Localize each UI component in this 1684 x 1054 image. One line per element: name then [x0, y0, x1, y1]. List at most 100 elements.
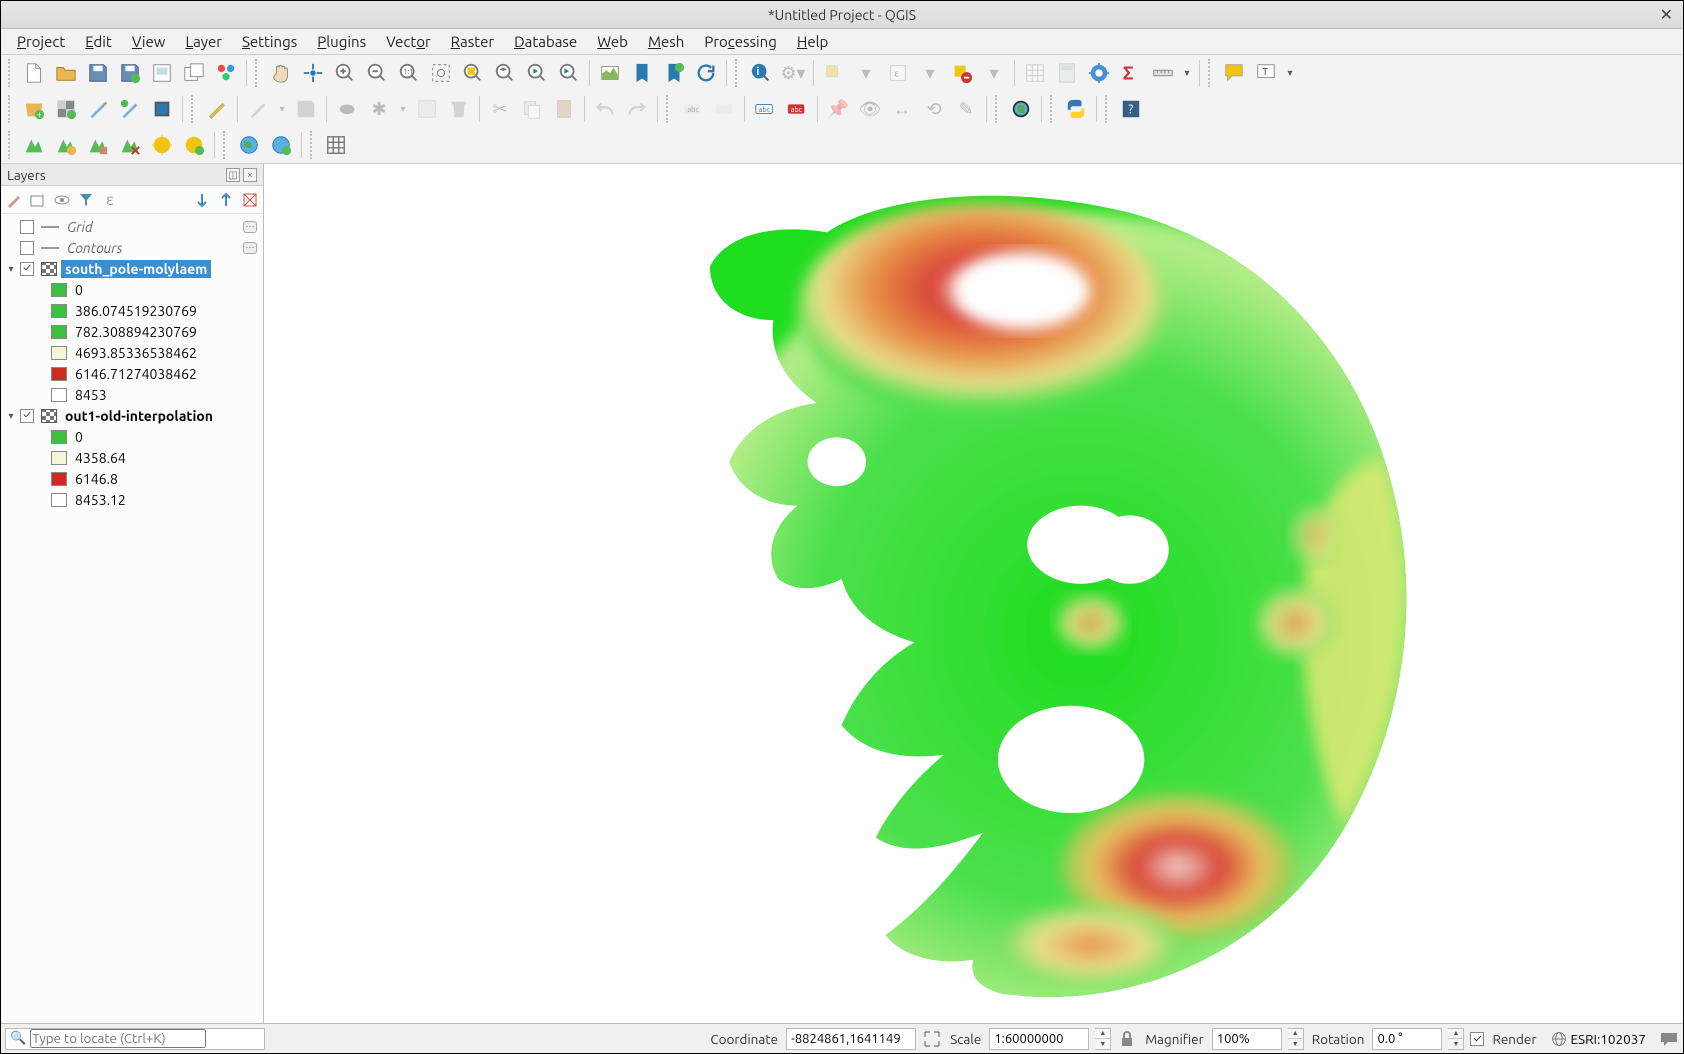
- modify-attributes-button[interactable]: [412, 94, 442, 124]
- deselect-all-button[interactable]: [947, 58, 977, 88]
- toolbar-grip[interactable]: [735, 59, 741, 87]
- undo-button[interactable]: [590, 94, 620, 124]
- raster-tool-4[interactable]: [115, 130, 145, 160]
- pan-button[interactable]: [266, 58, 296, 88]
- layer-indicator-icon[interactable]: ⋯: [243, 221, 257, 233]
- save-as-button[interactable]: [115, 58, 145, 88]
- layer-checkbox[interactable]: [20, 262, 34, 276]
- save-project-button[interactable]: [83, 58, 113, 88]
- magnifier-input[interactable]: [1217, 1032, 1277, 1046]
- menu-layer[interactable]: Layer: [175, 31, 232, 52]
- print-layout-button[interactable]: [147, 58, 177, 88]
- open-attribute-table-button[interactable]: [1020, 58, 1050, 88]
- rotation-field[interactable]: [1372, 1028, 1442, 1050]
- toggle-editing-button[interactable]: [202, 94, 232, 124]
- menu-plugins[interactable]: Plugins: [307, 31, 376, 52]
- show-bookmarks-button[interactable]: [659, 58, 689, 88]
- identify-button[interactable]: i: [746, 58, 776, 88]
- processing-toolbox-button[interactable]: [1084, 58, 1114, 88]
- magnifier-field[interactable]: [1212, 1028, 1282, 1050]
- label-toggle-button[interactable]: abc: [750, 94, 780, 124]
- menu-mesh[interactable]: Mesh: [638, 31, 694, 52]
- layer-style-icon[interactable]: [5, 191, 23, 209]
- layer-expand-icon[interactable]: [193, 191, 211, 209]
- toolbar-grip[interactable]: [1105, 95, 1111, 123]
- map-tips-button[interactable]: [1219, 58, 1249, 88]
- layer-add-group-icon[interactable]: +: [29, 191, 47, 209]
- raster-tool-3[interactable]: [83, 130, 113, 160]
- scale-spin[interactable]: ▲▼: [1095, 1028, 1111, 1050]
- layers-tree[interactable]: Grid ⋯ Contours ⋯ ▾ south_pole-molylaem …: [1, 214, 263, 1023]
- refresh-button[interactable]: [691, 58, 721, 88]
- crs-button[interactable]: ESRI:102037: [1544, 1028, 1653, 1050]
- layer-checkbox[interactable]: [20, 220, 34, 234]
- style-manager-button[interactable]: [211, 58, 241, 88]
- zoom-next-button[interactable]: [554, 58, 584, 88]
- paste-button[interactable]: [549, 94, 579, 124]
- raster-tool-6[interactable]: [179, 130, 209, 160]
- edits-dropdown[interactable]: ▾: [275, 94, 289, 124]
- layer-expression-icon[interactable]: ε: [101, 191, 119, 209]
- vertex-tool-button[interactable]: ✱: [364, 94, 394, 124]
- add-vector-layer-button[interactable]: +: [19, 94, 49, 124]
- menu-database[interactable]: Database: [504, 31, 587, 52]
- help-button[interactable]: ?: [1116, 94, 1146, 124]
- zoom-out-button[interactable]: [362, 58, 392, 88]
- add-raster-layer-button[interactable]: [51, 94, 81, 124]
- magnifier-spin[interactable]: ▲▼: [1288, 1028, 1304, 1050]
- save-edits-button[interactable]: [291, 94, 321, 124]
- label-highlight-button[interactable]: abc: [782, 94, 812, 124]
- toolbar-grip[interactable]: [1050, 95, 1056, 123]
- new-map-view-button[interactable]: [595, 58, 625, 88]
- toolbar-grip[interactable]: [310, 131, 316, 159]
- label-tool-1[interactable]: abc: [677, 94, 707, 124]
- menu-settings[interactable]: Settings: [232, 31, 307, 52]
- locator-input[interactable]: 🔍: [5, 1028, 265, 1050]
- select-dropdown-2[interactable]: ▾: [915, 58, 945, 88]
- coordinate-input[interactable]: [791, 1032, 911, 1046]
- label-change-button[interactable]: ✎: [951, 94, 981, 124]
- menu-web[interactable]: Web: [587, 31, 638, 52]
- label-hide-button[interactable]: 👁: [855, 94, 885, 124]
- panel-close-button[interactable]: ×: [243, 168, 257, 182]
- label-tool-2[interactable]: [709, 94, 739, 124]
- measure-dropdown[interactable]: ▾: [1180, 58, 1194, 88]
- new-vector-layer-button[interactable]: [83, 94, 113, 124]
- globe-tool-2[interactable]: [266, 130, 296, 160]
- raster-tool-5[interactable]: [147, 130, 177, 160]
- new-project-button[interactable]: [19, 58, 49, 88]
- open-project-button[interactable]: [51, 58, 81, 88]
- deselect-dropdown[interactable]: ▾: [979, 58, 1009, 88]
- toolbar-grip[interactable]: [191, 95, 197, 123]
- globe-tool-1[interactable]: [234, 130, 264, 160]
- menu-processing[interactable]: Processing: [694, 31, 787, 52]
- zoom-full-button[interactable]: [426, 58, 456, 88]
- field-calculator-button[interactable]: [1052, 58, 1082, 88]
- add-feature-button[interactable]: ⬬: [332, 94, 362, 124]
- layer-checkbox[interactable]: [20, 241, 34, 255]
- zoom-native-button[interactable]: 1:1: [394, 58, 424, 88]
- cut-button[interactable]: ✂: [485, 94, 515, 124]
- label-rotate-button[interactable]: ⟲: [919, 94, 949, 124]
- select-dropdown[interactable]: ▾: [851, 58, 881, 88]
- raster-tool-2[interactable]: [51, 130, 81, 160]
- select-by-value-button[interactable]: ε: [883, 58, 913, 88]
- label-pin-button[interactable]: 📌: [823, 94, 853, 124]
- zoom-to-selection-button[interactable]: [458, 58, 488, 88]
- zoom-last-button[interactable]: [522, 58, 552, 88]
- map-canvas[interactable]: [264, 164, 1683, 1023]
- new-bookmark-button[interactable]: [627, 58, 657, 88]
- layer-row-south-pole[interactable]: ▾ south_pole-molylaem: [1, 258, 263, 279]
- menu-vector[interactable]: Vector: [376, 31, 441, 52]
- panel-undock-button[interactable]: ◫: [226, 168, 240, 182]
- text-annotation-button[interactable]: T: [1251, 58, 1281, 88]
- toggle-extents-icon[interactable]: [922, 1029, 942, 1049]
- render-checkbox[interactable]: ✓: [1470, 1032, 1484, 1046]
- layer-remove-icon[interactable]: [241, 191, 259, 209]
- redo-button[interactable]: [622, 94, 652, 124]
- zoom-to-layer-button[interactable]: [490, 58, 520, 88]
- raster-tool-1[interactable]: [19, 130, 49, 160]
- annotation-dropdown[interactable]: ▾: [1283, 58, 1297, 88]
- select-features-button[interactable]: [819, 58, 849, 88]
- layer-row-grid[interactable]: Grid ⋯: [1, 216, 263, 237]
